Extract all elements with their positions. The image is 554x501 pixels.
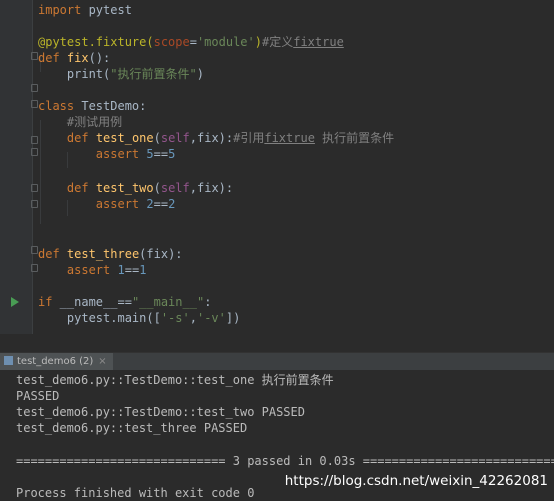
console-summary-line: ============================= 3 passed i… <box>16 454 554 468</box>
code-line-17: assert 1==1 <box>66 263 147 277</box>
watermark: https://blog.csdn.net/weixin_42262081 <box>284 473 548 489</box>
console-line: PASSED <box>16 389 60 403</box>
code-line-7: class TestDemo: <box>38 99 147 113</box>
code-line-9: def test_one(self,fix):#引用fixtrue 执行前置条件 <box>66 131 395 145</box>
fold-icon[interactable] <box>31 52 38 60</box>
fold-icon[interactable] <box>31 84 38 92</box>
fold-icon[interactable] <box>31 100 38 108</box>
code-line-20: pytest.main(['-s','-v']) <box>66 311 241 325</box>
console-line: test_demo6.py::TestDemo::test_one 执行前置条件 <box>16 373 334 387</box>
code-editor[interactable]: import pytest @pytest.fixture(scope='mod… <box>0 0 554 334</box>
console-line: test_demo6.py::test_three PASSED <box>16 421 248 435</box>
fold-icon[interactable] <box>31 264 38 272</box>
code-line-3: @pytest.fixture(scope='module')#定义fixtru… <box>38 35 344 49</box>
fold-icon[interactable] <box>31 136 38 144</box>
fold-icon[interactable] <box>31 148 38 156</box>
editor-gutter <box>0 0 33 334</box>
tab-label: test_demo6 (2) <box>17 356 94 367</box>
tab-test-demo6[interactable]: test_demo6 (2) × <box>0 353 113 370</box>
console-line: test_demo6.py::TestDemo::test_two PASSED <box>16 405 305 419</box>
run-tool-window-header: test_demo6 (2) × <box>0 352 554 370</box>
console-tab-icon <box>4 356 13 365</box>
code-line-10: assert 5==5 <box>95 147 176 161</box>
fold-icon[interactable] <box>31 200 38 208</box>
code-line-1: import pytest <box>38 3 132 17</box>
run-icon[interactable] <box>11 297 19 307</box>
console-exit-line: Process finished with exit code 0 <box>16 486 255 500</box>
code-line-16: def test_three(fix): <box>38 247 183 261</box>
code-line-4: def fix(): <box>38 51 111 65</box>
fold-icon[interactable] <box>31 246 38 254</box>
code-line-12: def test_two(self,fix): <box>66 181 234 195</box>
code-line-19: if __name__=="__main__": <box>38 295 212 309</box>
code-line-5: print("执行前置条件") <box>66 67 204 81</box>
code-line-13: assert 2==2 <box>95 197 176 211</box>
code-line-8: #测试用例 <box>66 115 123 129</box>
close-icon[interactable]: × <box>98 356 106 367</box>
fold-icon[interactable] <box>31 184 38 192</box>
